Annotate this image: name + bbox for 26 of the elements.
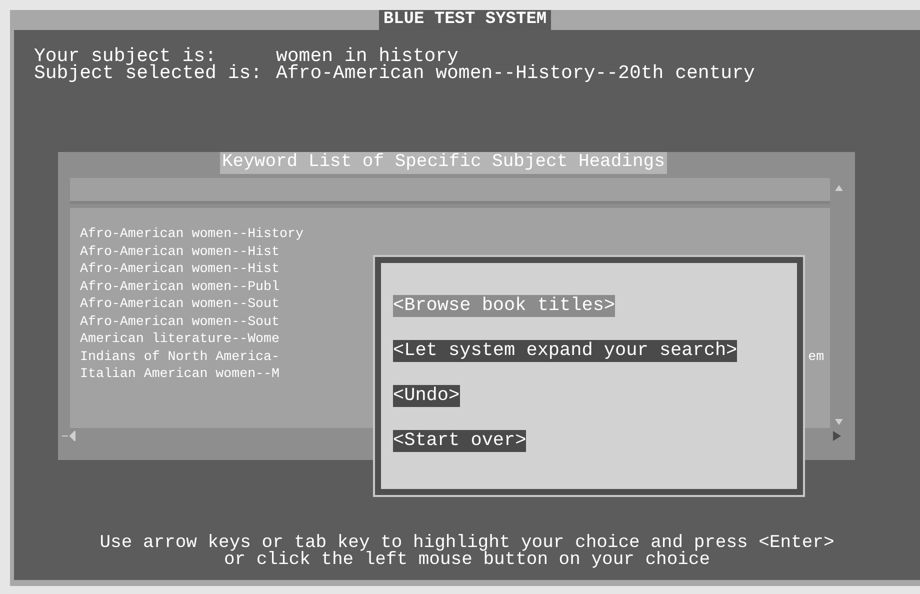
- list-item: Afro-American women--Hist: [80, 242, 280, 260]
- option-button[interactable]: <Undo>: [393, 385, 460, 407]
- instruction-text: Use arrow keys or tab key to highlight your choice and press <Enter>: [100, 535, 834, 552]
- window-title: BLUE TEST SYSTEM: [379, 10, 551, 30]
- instruction-text: or click the left mouse button on your choice: [224, 552, 710, 569]
- scroll-down-icon[interactable]: [835, 418, 843, 426]
- list-item: Afro-American women--Publ: [80, 278, 280, 295]
- option-button[interactable]: <Start over>: [393, 430, 526, 452]
- option-button[interactable]: <Let system expand your search>: [393, 340, 738, 362]
- subject-value: Afro-American women--History--20th century: [276, 65, 755, 82]
- subject-label: Subject selected is:: [34, 65, 264, 82]
- scroll-right-icon[interactable]: [833, 431, 841, 441]
- subject-value: women in history: [276, 48, 458, 65]
- list-item: em: [808, 348, 824, 365]
- subject-label: Your subject is:: [34, 48, 218, 65]
- list-item: Afro-American women--Sout: [80, 295, 280, 312]
- list-item: Italian American women--M: [80, 365, 280, 382]
- list-item: Afro-American women--History: [80, 225, 304, 242]
- list-item: American literature--Wome: [80, 330, 280, 348]
- list-item: Afro-American women--Hist: [80, 260, 280, 278]
- scroll-up-icon[interactable]: [835, 184, 843, 192]
- list-item: Indians of North America-: [80, 348, 280, 365]
- list-item: Afro-American women--Sout: [80, 312, 280, 330]
- scroll-left-icon[interactable]: [62, 431, 76, 441]
- search-field[interactable]: [70, 178, 830, 204]
- panel-title: Keyword List of Specific Subject Headings: [220, 152, 667, 174]
